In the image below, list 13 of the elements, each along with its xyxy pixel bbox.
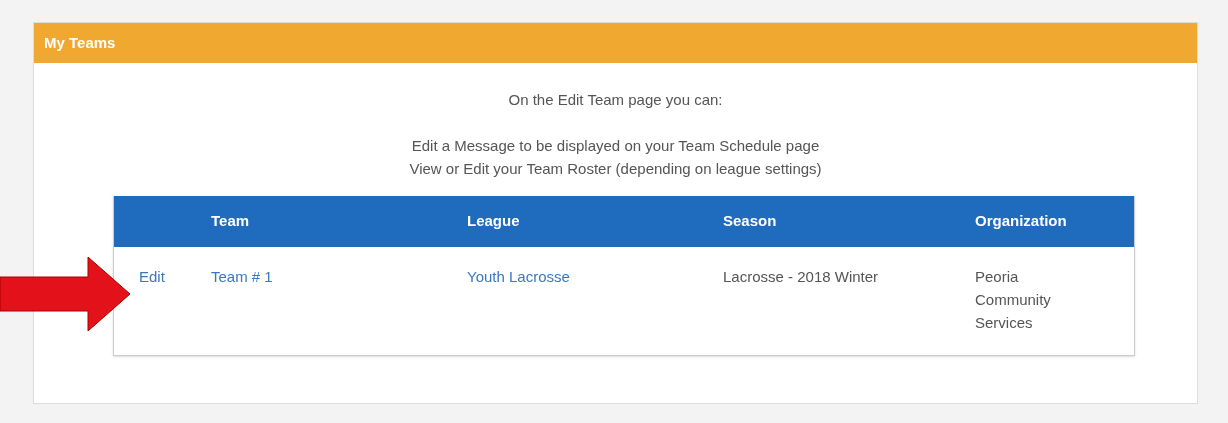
- organization-cell-text: Peoria Community Services: [975, 266, 1052, 333]
- column-header: Team: [211, 210, 251, 231]
- intro-line: View or Edit your Team Roster (depending on league settings): [409, 158, 822, 179]
- intro-heading: On the Edit Team page you can:: [508, 90, 723, 110]
- column-header: Organization: [975, 210, 1068, 231]
- season-cell-text: Lacrosse - 2018 Winter: [723, 266, 879, 287]
- edit-link[interactable]: Edit: [114, 264, 211, 288]
- column-header: League: [467, 210, 521, 231]
- intro-line: Edit a Message to be displayed on your Team Schedule page: [411, 135, 820, 156]
- panel-title: My Teams: [44, 32, 116, 53]
- team-link[interactable]: Team # 1: [211, 264, 273, 288]
- league-link[interactable]: Youth Lacrosse: [467, 264, 570, 288]
- column-header: Season: [723, 210, 778, 231]
